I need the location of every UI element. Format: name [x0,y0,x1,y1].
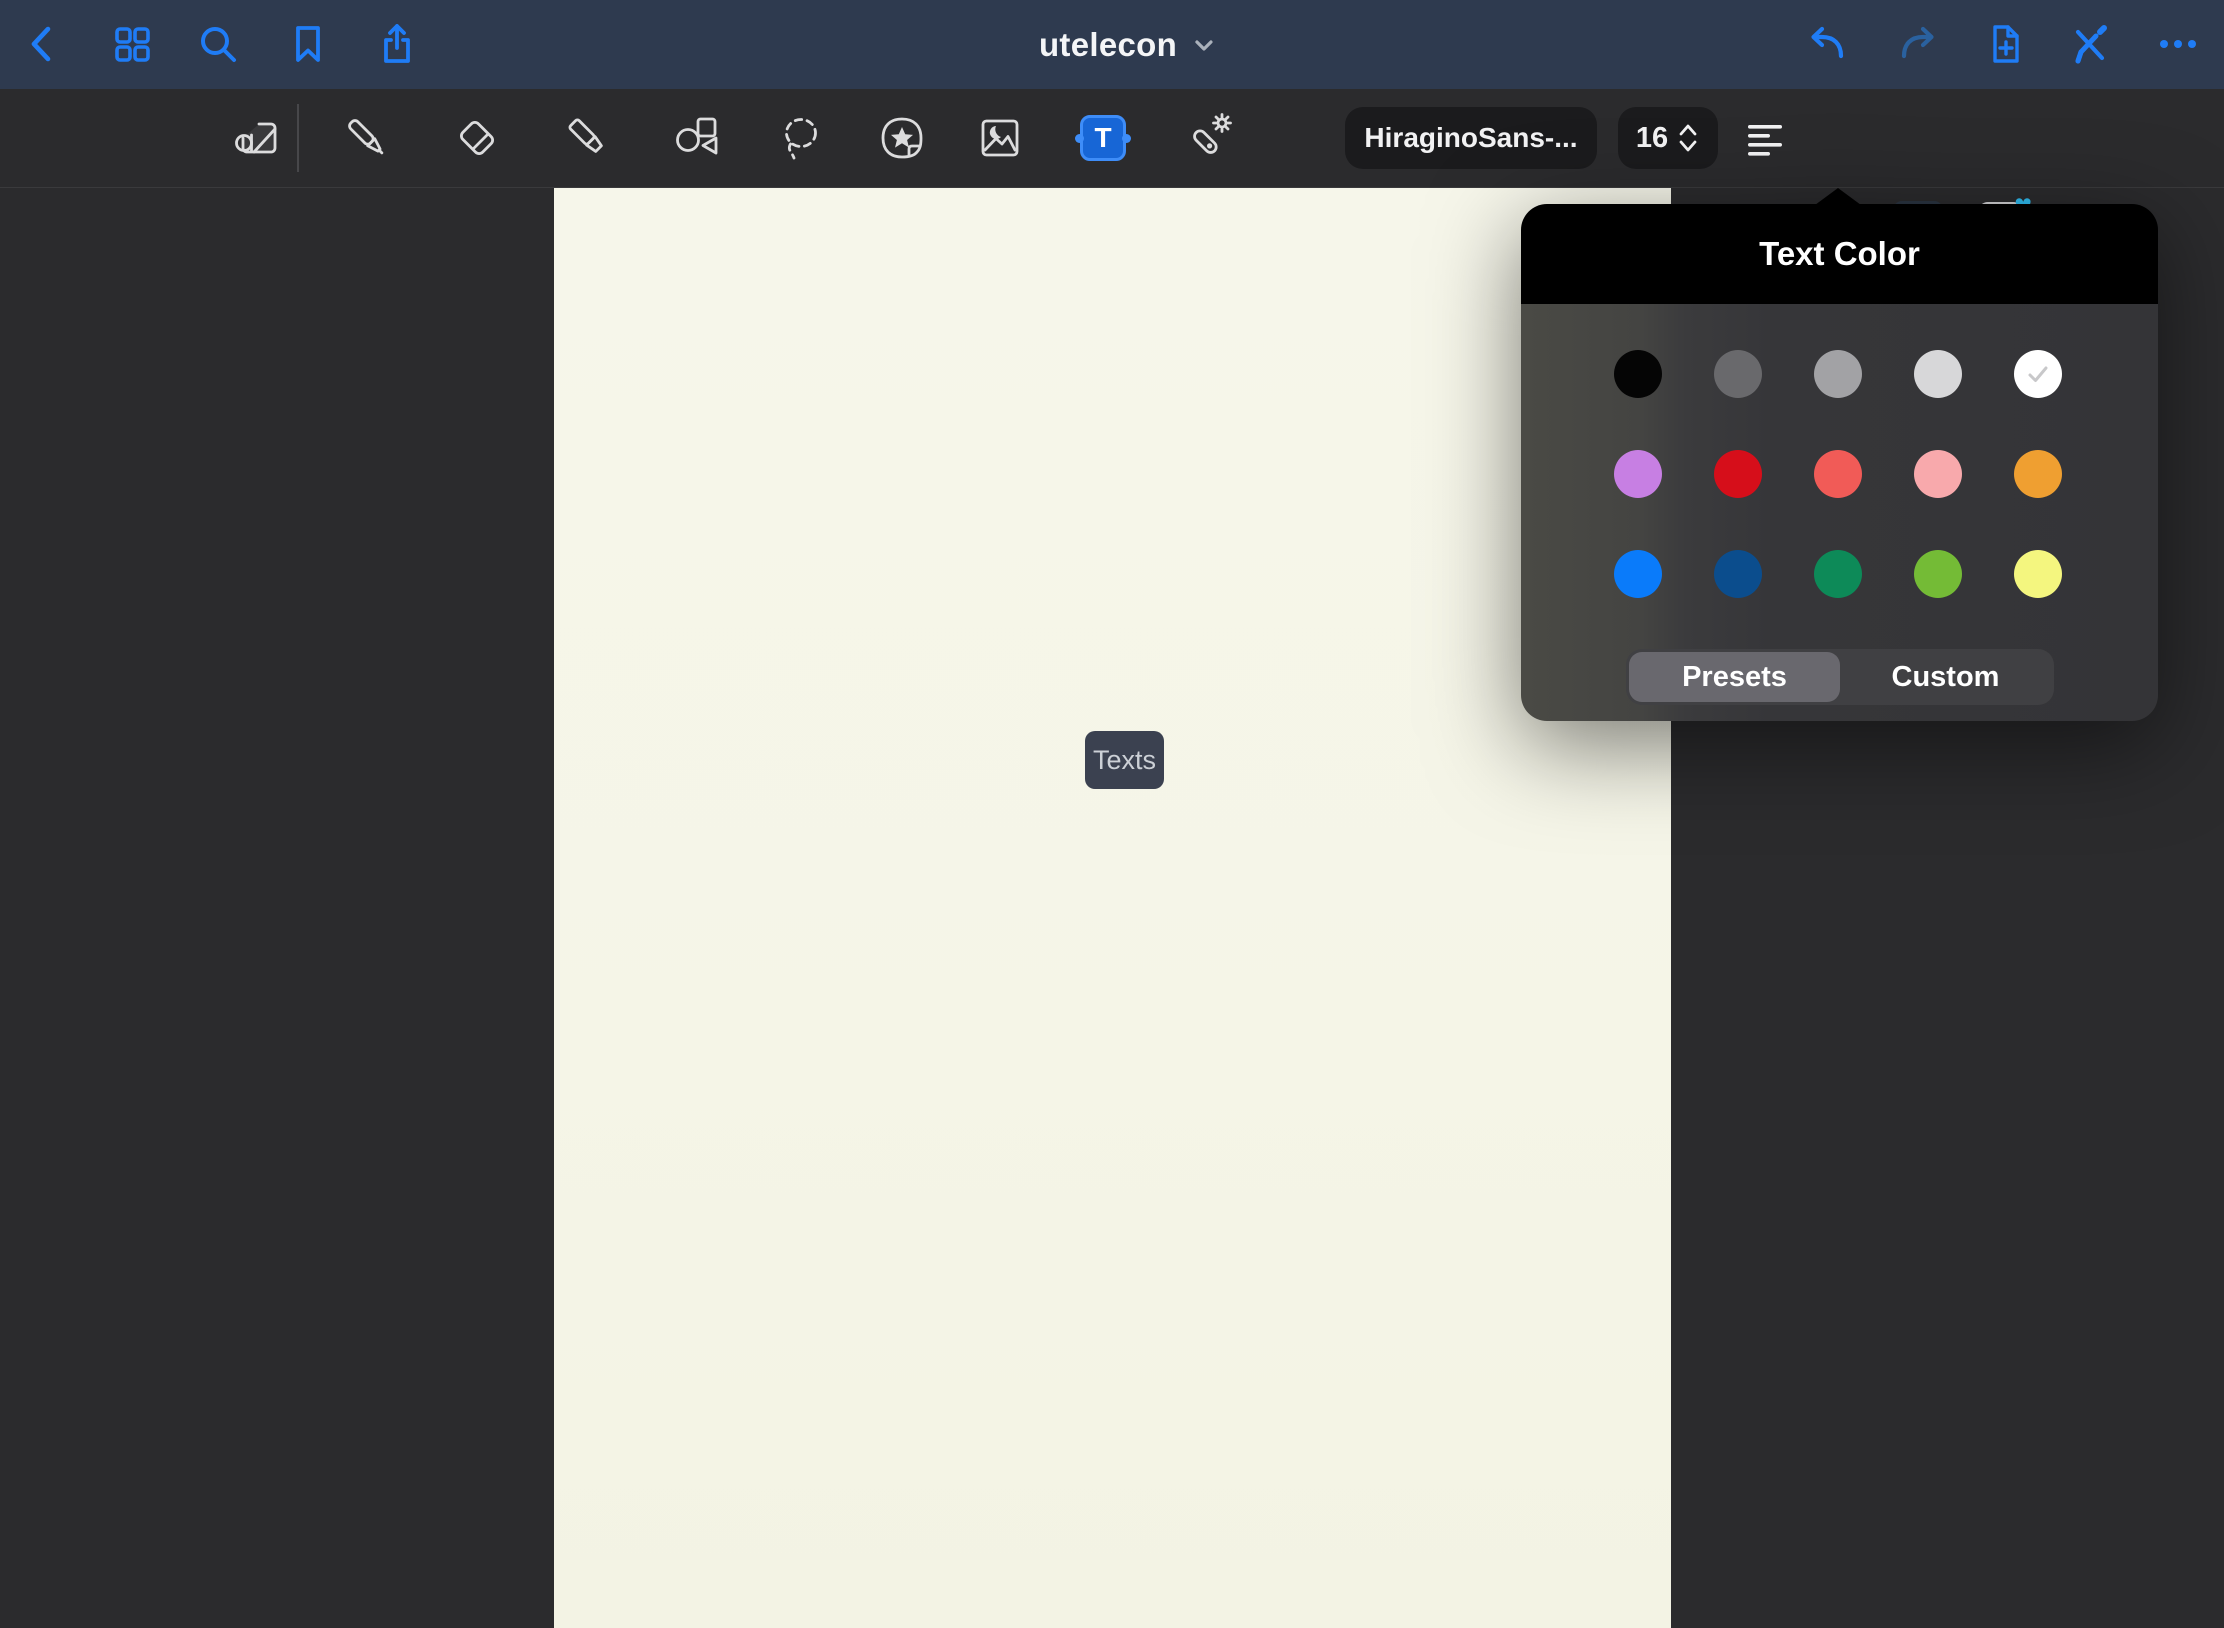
search-button[interactable] [195,21,241,67]
color-swatch-light-green[interactable] [1914,550,1962,598]
color-swatch-dark-gray[interactable] [1714,350,1762,398]
laser-pointer-icon [1181,112,1233,164]
document-title-button[interactable]: utelecon [1039,0,1217,89]
share-icon [374,21,420,67]
tab-custom-label: Custom [1892,661,2000,694]
ellipsis-icon [2155,21,2201,67]
color-swatch-white[interactable] [2014,350,2062,398]
text-tool-label: T [1094,122,1111,154]
selection-handle-left [1075,134,1084,143]
bookmark-icon [285,21,331,67]
redo-button[interactable] [1894,21,1940,67]
undo-button[interactable] [1805,21,1851,67]
popover-body: Presets Custom [1521,304,2158,721]
search-icon [195,21,241,67]
color-swatch-navy[interactable] [1714,550,1762,598]
font-size-stepper[interactable]: 16 [1618,107,1718,169]
stylus-mode-button[interactable] [2067,21,2113,67]
color-swatch-coral[interactable] [1814,450,1862,498]
color-swatch-red[interactable] [1714,450,1762,498]
color-swatch-orange[interactable] [2014,450,2062,498]
share-button[interactable] [374,21,420,67]
color-swatch-black[interactable] [1614,350,1662,398]
text-badge-label: Texts [1093,745,1156,776]
eraser-tool[interactable] [451,112,503,164]
add-page-icon [1982,21,2028,67]
tools-toolbar: T HiraginoSans-... 16 [0,89,2224,188]
color-swatch-pink[interactable] [1914,450,1962,498]
selection-handle-right [1122,134,1131,143]
color-swatch-light-gray[interactable] [1914,350,1962,398]
chevron-down-icon [1191,32,1217,58]
handwriting-mode-icon [231,112,283,164]
pencil-x-icon [2067,21,2113,67]
pen-tool[interactable] [341,112,393,164]
image-icon [974,112,1026,164]
undo-icon [1805,21,1851,67]
color-swatch-yellow[interactable] [2014,550,2062,598]
pen-icon [341,112,393,164]
add-page-button[interactable] [1982,21,2028,67]
text-tool-selected[interactable]: T [1080,115,1126,161]
lasso-icon [774,112,826,164]
stepper-chevrons-icon [1676,121,1700,155]
tab-presets[interactable]: Presets [1629,652,1840,702]
thumbnails-button[interactable] [109,21,155,67]
redo-icon [1894,21,1940,67]
highlighter-tool[interactable] [562,112,614,164]
presets-custom-segmented-control: Presets Custom [1626,649,2054,705]
more-options-button[interactable] [2155,21,2201,67]
handwriting-mode-tool[interactable] [231,112,283,164]
lasso-tool[interactable] [774,112,826,164]
bookmark-button[interactable] [285,21,331,67]
highlighter-icon [562,112,614,164]
toolbar-divider [297,104,299,172]
popover-header: Text Color [1521,204,2158,304]
image-tool[interactable] [974,112,1026,164]
text-align-button[interactable] [1739,112,1791,164]
grid-icon [109,21,155,67]
color-swatch-purple[interactable] [1614,450,1662,498]
color-swatch-blue[interactable] [1614,550,1662,598]
page-title: utelecon [1039,26,1177,64]
tab-custom[interactable]: Custom [1840,652,2051,702]
popover-title: Text Color [1759,235,1920,273]
color-swatch-gray[interactable] [1814,350,1862,398]
font-name-button[interactable]: HiraginoSans-... [1345,107,1597,169]
shapes-tool[interactable] [671,112,723,164]
font-size-value: 16 [1636,122,1668,155]
tab-presets-label: Presets [1682,661,1787,694]
elements-tool[interactable] [876,112,928,164]
text-color-popover: Text Color Presets Custom [1521,204,2158,721]
align-left-icon [1739,112,1791,164]
sticker-star-icon [876,112,928,164]
shapes-icon [671,112,723,164]
popover-arrow [1815,188,1861,205]
color-swatch-green[interactable] [1814,550,1862,598]
top-navigation-bar: utelecon [0,0,2224,89]
back-chevron-icon [19,21,65,67]
swatch-grid [1521,304,2158,598]
text-object-badge[interactable]: Texts [1085,731,1164,789]
note-page-canvas[interactable] [554,187,1671,1628]
eraser-icon [451,112,503,164]
check-icon [2025,361,2051,387]
font-name-label: HiraginoSans-... [1364,122,1577,154]
back-button[interactable] [19,21,65,67]
laser-pointer-tool[interactable] [1181,112,1233,164]
